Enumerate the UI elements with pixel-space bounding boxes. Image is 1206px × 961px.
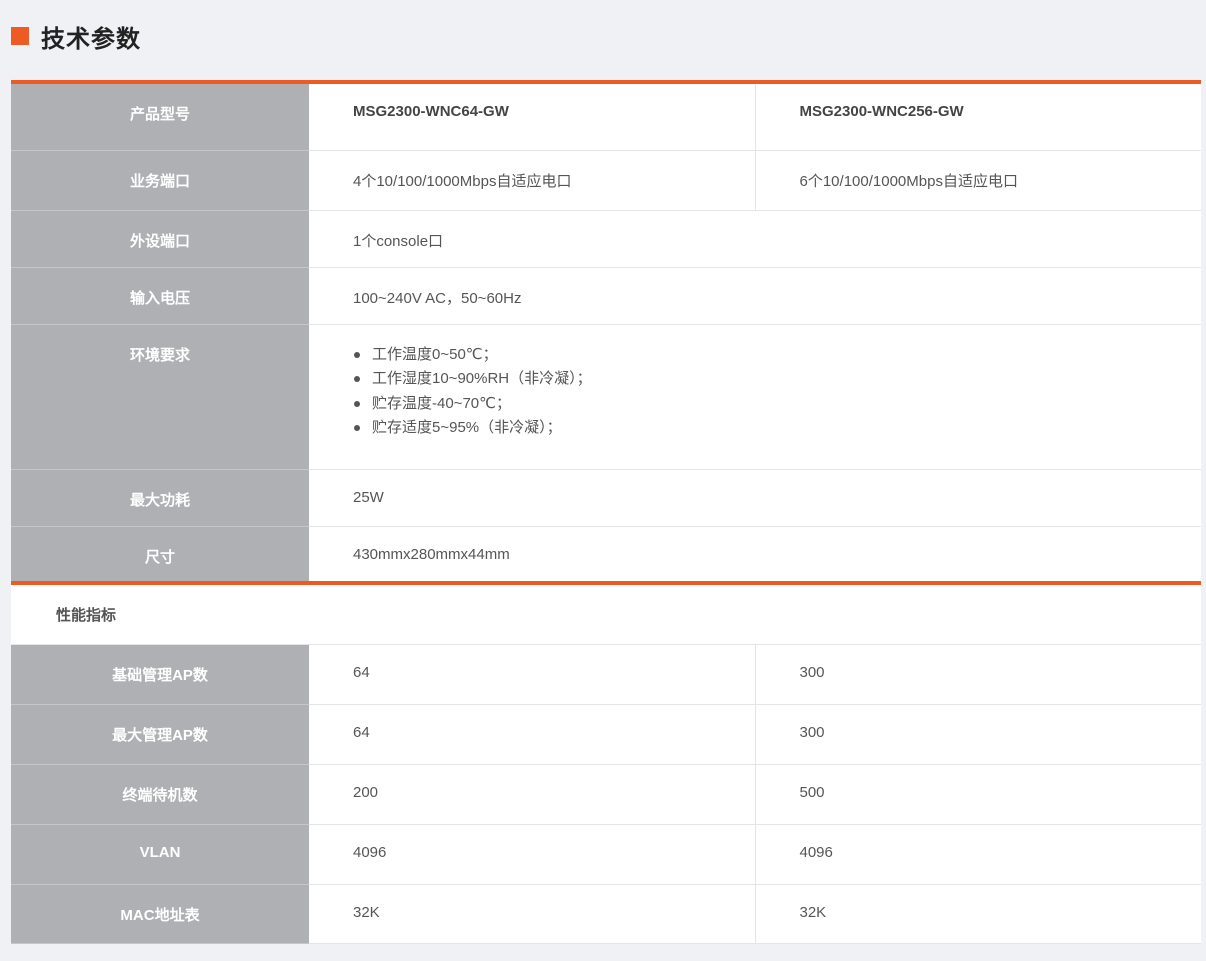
environment-list: 工作温度0~50℃； 工作湿度10~90%RH（非冷凝）； 贮存温度-40~70… <box>353 325 1201 441</box>
voltage-cell: 100~240V AC，50~60Hz <box>309 267 1201 325</box>
table-row-environment: 环境要求 工作温度0~50℃； 工作湿度10~90%RH（非冷凝）； 贮存温度-… <box>11 324 1201 470</box>
peripheral-cell: 1个console口 <box>309 210 1201 268</box>
ports-a-cell: 4个10/100/1000Mbps自适应电口 <box>309 150 755 211</box>
list-item: 工作湿度10~90%RH（非冷凝）； <box>353 367 1201 392</box>
section-header: 技术参数 <box>11 20 141 53</box>
model-b-cell: MSG2300-WNC256-GW <box>754 80 1201 151</box>
table-row-power: 最大功耗 25W <box>11 469 1201 527</box>
table-row-voltage: 输入电压 100~240V AC，50~60Hz <box>11 267 1201 325</box>
value-b-cell: 4096 <box>754 824 1201 885</box>
row-label: 输入电压 <box>11 267 309 325</box>
spec-table: 产品型号 MSG2300-WNC64-GW MSG2300-WNC256-GW … <box>11 80 1201 944</box>
row-label: 产品型号 <box>11 80 309 151</box>
environment-cell: 工作温度0~50℃； 工作湿度10~90%RH（非冷凝）； 贮存温度-40~70… <box>309 324 1201 470</box>
table-row: VLAN 4096 4096 <box>11 824 1201 885</box>
row-label: 终端待机数 <box>11 764 309 825</box>
section-title: 技术参数 <box>41 25 141 53</box>
row-label: 基础管理AP数 <box>11 644 309 705</box>
table-row: 终端待机数 200 500 <box>11 764 1201 825</box>
table-row: 基础管理AP数 64 300 <box>11 644 1201 705</box>
table-row-ports: 业务端口 4个10/100/1000Mbps自适应电口 6个10/100/100… <box>11 150 1201 211</box>
row-label: MAC地址表 <box>11 884 309 944</box>
table-row: MAC地址表 32K 32K <box>11 884 1201 944</box>
value-a-cell: 32K <box>309 884 755 944</box>
list-item: 贮存温度-40~70℃； <box>353 392 1201 417</box>
row-label: 最大功耗 <box>11 469 309 527</box>
value-a-cell: 200 <box>309 764 755 825</box>
table-row: 最大管理AP数 64 300 <box>11 704 1201 765</box>
model-a-cell: MSG2300-WNC64-GW <box>309 80 755 151</box>
list-item: 工作温度0~50℃； <box>353 343 1201 368</box>
value-b-cell: 500 <box>754 764 1201 825</box>
size-cell: 430mmx280mmx44mm <box>309 526 1201 584</box>
row-label: 外设端口 <box>11 210 309 268</box>
row-label: VLAN <box>11 824 309 885</box>
table-row-peripheral: 外设端口 1个console口 <box>11 210 1201 268</box>
value-b-cell: 300 <box>754 644 1201 705</box>
performance-heading: 性能指标 <box>11 581 1201 645</box>
section-marker <box>11 27 29 45</box>
row-label: 尺寸 <box>11 526 309 584</box>
value-a-cell: 64 <box>309 644 755 705</box>
row-label: 业务端口 <box>11 150 309 211</box>
list-item: 贮存适度5~95%（非冷凝）； <box>353 416 1201 441</box>
table-row-model: 产品型号 MSG2300-WNC64-GW MSG2300-WNC256-GW <box>11 80 1201 151</box>
value-a-cell: 4096 <box>309 824 755 885</box>
table-row-size: 尺寸 430mmx280mmx44mm <box>11 526 1201 584</box>
row-label: 最大管理AP数 <box>11 704 309 765</box>
value-b-cell: 300 <box>754 704 1201 765</box>
ports-b-cell: 6个10/100/1000Mbps自适应电口 <box>754 150 1201 211</box>
value-a-cell: 64 <box>309 704 755 765</box>
power-cell: 25W <box>309 469 1201 527</box>
table-row-performance-heading: 性能指标 <box>11 581 1201 645</box>
row-label: 环境要求 <box>11 324 309 470</box>
value-b-cell: 32K <box>754 884 1201 944</box>
